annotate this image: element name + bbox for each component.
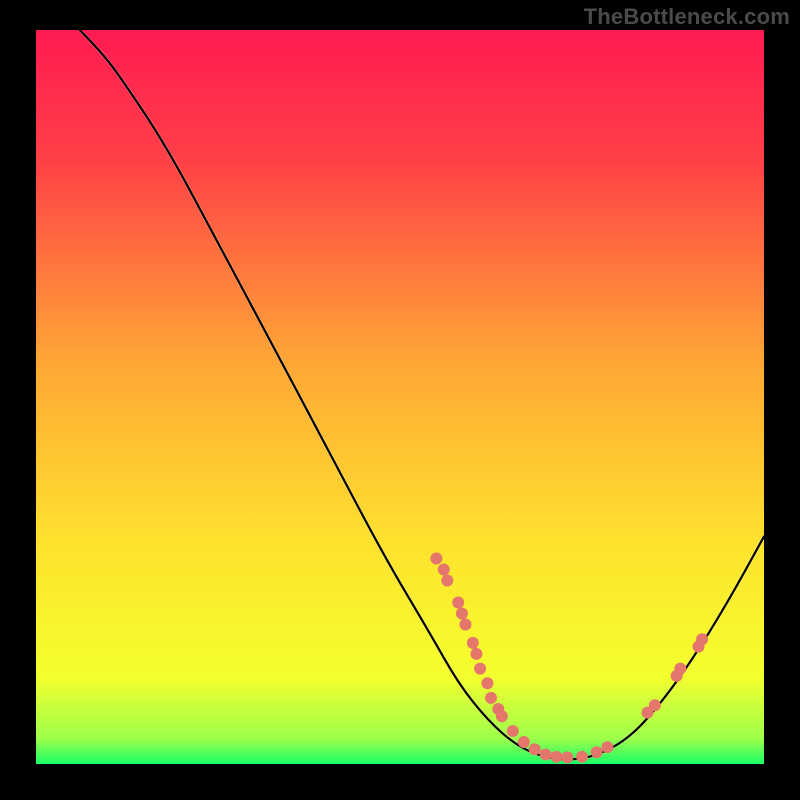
data-point (507, 725, 519, 737)
data-point (438, 564, 450, 576)
chart-svg (36, 30, 764, 764)
data-point (576, 751, 588, 763)
data-point (456, 608, 468, 620)
plot-area (36, 30, 764, 764)
gradient-background (36, 30, 764, 764)
data-point (481, 677, 493, 689)
data-point (518, 736, 530, 748)
data-point (430, 553, 442, 565)
data-point (474, 663, 486, 675)
data-point (561, 751, 573, 763)
data-point (591, 746, 603, 758)
data-point (460, 619, 472, 631)
watermark-label: TheBottleneck.com (584, 4, 790, 30)
data-point (467, 637, 479, 649)
data-point (540, 749, 552, 761)
chart-frame: TheBottleneck.com (0, 0, 800, 800)
data-point (551, 751, 563, 763)
data-point (649, 699, 661, 711)
data-point (674, 663, 686, 675)
data-point (696, 633, 708, 645)
data-point (441, 575, 453, 587)
data-point (529, 743, 541, 755)
data-point (602, 741, 614, 753)
data-point (485, 692, 497, 704)
data-point (452, 597, 464, 609)
data-point (496, 710, 508, 722)
data-point (470, 648, 482, 660)
